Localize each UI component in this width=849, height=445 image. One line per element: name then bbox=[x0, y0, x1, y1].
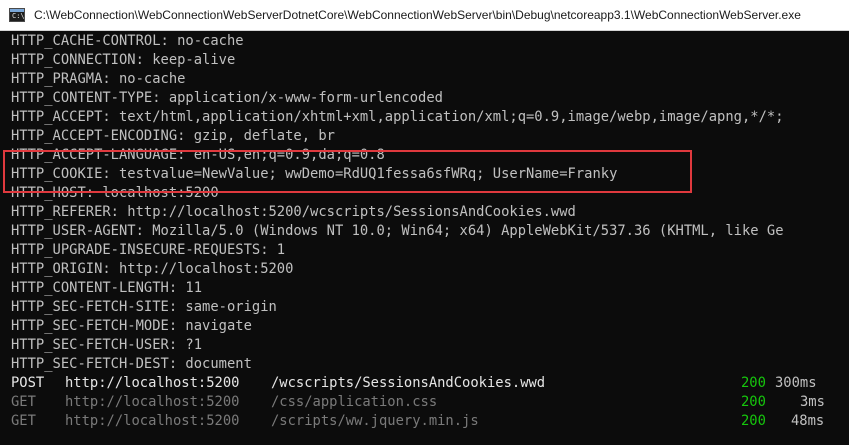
header-line-sec-fetch-user: HTTP_SEC-FETCH-USER: ?1 bbox=[11, 337, 203, 353]
request-status: 200 bbox=[741, 394, 766, 410]
console-window: C:\ C:\WebConnection\WebConnectionWebSer… bbox=[0, 0, 849, 445]
request-time: 48ms bbox=[791, 413, 825, 429]
header-line-sec-fetch-site: HTTP_SEC-FETCH-SITE: same-origin bbox=[11, 299, 277, 315]
request-method: POST bbox=[11, 375, 45, 391]
header-line-accept-encoding: HTTP_ACCEPT-ENCODING: gzip, deflate, br bbox=[11, 128, 335, 144]
request-host: http://localhost:5200 bbox=[65, 413, 240, 429]
request-status: 200 bbox=[741, 375, 766, 391]
header-line-cookie: HTTP_COOKIE: testvalue=NewValue; wwDemo=… bbox=[11, 166, 618, 182]
header-line-accept-language: HTTP_ACCEPT-LANGUAGE: en-US,en;q=0.9,da;… bbox=[11, 147, 385, 163]
request-status: 200 bbox=[741, 413, 766, 429]
header-line-upgrade-insecure: HTTP_UPGRADE-INSECURE-REQUESTS: 1 bbox=[11, 242, 286, 258]
header-line-origin: HTTP_ORIGIN: http://localhost:5200 bbox=[11, 261, 294, 277]
console-icon-label: C:\ bbox=[12, 12, 25, 20]
console-app-icon[interactable]: C:\ bbox=[9, 8, 25, 22]
request-path: /wcscripts/SessionsAndCookies.wwd bbox=[271, 375, 546, 391]
request-path: /scripts/ww.jquery.min.js bbox=[271, 413, 479, 429]
title-bar[interactable]: C:\ C:\WebConnection\WebConnectionWebSer… bbox=[0, 0, 849, 31]
header-line-pragma: HTTP_PRAGMA: no-cache bbox=[11, 71, 186, 87]
request-host: http://localhost:5200 bbox=[65, 394, 240, 410]
request-time: 3ms bbox=[800, 394, 825, 410]
header-line-sec-fetch-dest: HTTP_SEC-FETCH-DEST: document bbox=[11, 356, 252, 372]
header-line-referer: HTTP_REFERER: http://localhost:5200/wcsc… bbox=[11, 204, 576, 220]
header-line-sec-fetch-mode: HTTP_SEC-FETCH-MODE: navigate bbox=[11, 318, 252, 334]
request-host: http://localhost:5200 bbox=[65, 375, 240, 391]
header-line-connection: HTTP_CONNECTION: keep-alive bbox=[11, 52, 236, 68]
header-line-content-length: HTTP_CONTENT-LENGTH: 11 bbox=[11, 280, 203, 296]
header-line-host: HTTP_HOST: localhost:5200 bbox=[11, 185, 219, 201]
header-line-cache-control: HTTP_CACHE-CONTROL: no-cache bbox=[11, 33, 244, 49]
request-path: /css/application.css bbox=[271, 394, 438, 410]
header-line-user-agent: HTTP_USER-AGENT: Mozilla/5.0 (Windows NT… bbox=[11, 223, 784, 239]
window-title: C:\WebConnection\WebConnectionWebServerD… bbox=[34, 8, 801, 22]
console-output[interactable]: HTTP_CACHE-CONTROL: no-cache HTTP_CONNEC… bbox=[0, 31, 849, 445]
header-line-content-type: HTTP_CONTENT-TYPE: application/x-www-for… bbox=[11, 90, 443, 106]
request-method: GET bbox=[11, 394, 36, 410]
request-time: 300ms bbox=[775, 375, 817, 391]
request-method: GET bbox=[11, 413, 36, 429]
header-line-accept: HTTP_ACCEPT: text/html,application/xhtml… bbox=[11, 109, 784, 125]
